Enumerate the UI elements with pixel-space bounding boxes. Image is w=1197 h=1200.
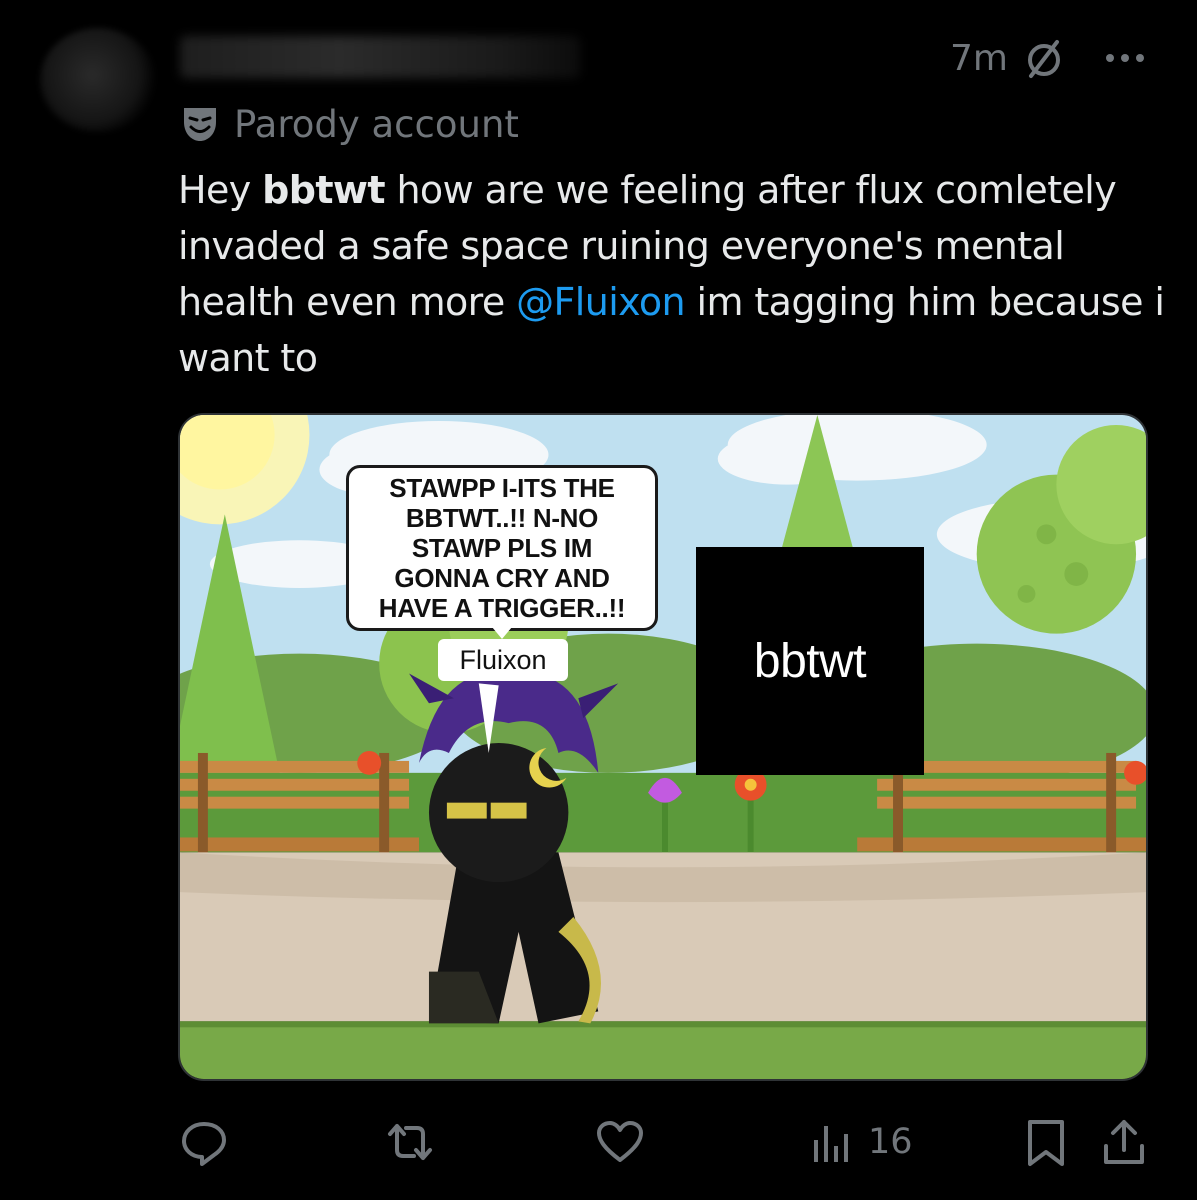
action-bar: 16 — [0, 1116, 1197, 1176]
tweet-text: Hey bbtwt how are we feeling after flux … — [178, 168, 1165, 380]
reply-icon — [182, 1122, 226, 1166]
heart-icon — [597, 1121, 643, 1162]
author-avatar[interactable] — [40, 28, 156, 132]
hashtag-bold: bbtwt — [262, 168, 385, 212]
reply-button[interactable] — [178, 1116, 230, 1168]
tweet-timestamp[interactable]: 7m — [950, 38, 1008, 79]
character-name-tag: Fluixon — [438, 639, 568, 681]
bookmark-icon — [1028, 1120, 1064, 1166]
speech-bubble: STAWPP I-ITS THE BBTWT..!! N-NO STAWP PL… — [346, 465, 658, 631]
black-label-box: bbtwt — [696, 547, 924, 775]
bookmark-button[interactable] — [1020, 1116, 1072, 1168]
more-dots-icon[interactable] — [1104, 46, 1146, 70]
mention-link[interactable]: @Fluixon — [516, 280, 686, 324]
parody-account-label: Parody account — [180, 100, 519, 148]
share-icon — [1104, 1120, 1144, 1164]
author-name-blurred[interactable] — [180, 36, 580, 78]
views-chart-icon — [814, 1126, 848, 1162]
like-button[interactable] — [594, 1116, 646, 1168]
views-count: 16 — [868, 1122, 913, 1162]
speech-bubble-tail — [492, 627, 512, 639]
park-scene-illustration — [180, 415, 1146, 1079]
black-box-label: bbtwt — [753, 634, 867, 688]
share-button[interactable] — [1098, 1116, 1150, 1168]
repost-button[interactable] — [384, 1116, 436, 1168]
repost-icon — [388, 1124, 432, 1160]
parody-account-text: Parody account — [234, 102, 519, 146]
views-button[interactable]: 16 — [806, 1116, 913, 1168]
slash-circle-icon[interactable] — [1024, 38, 1064, 80]
tweet-media-image[interactable]: STAWPP I-ITS THE BBTWT..!! N-NO STAWP PL… — [178, 413, 1148, 1081]
theater-mask-icon — [184, 108, 216, 141]
